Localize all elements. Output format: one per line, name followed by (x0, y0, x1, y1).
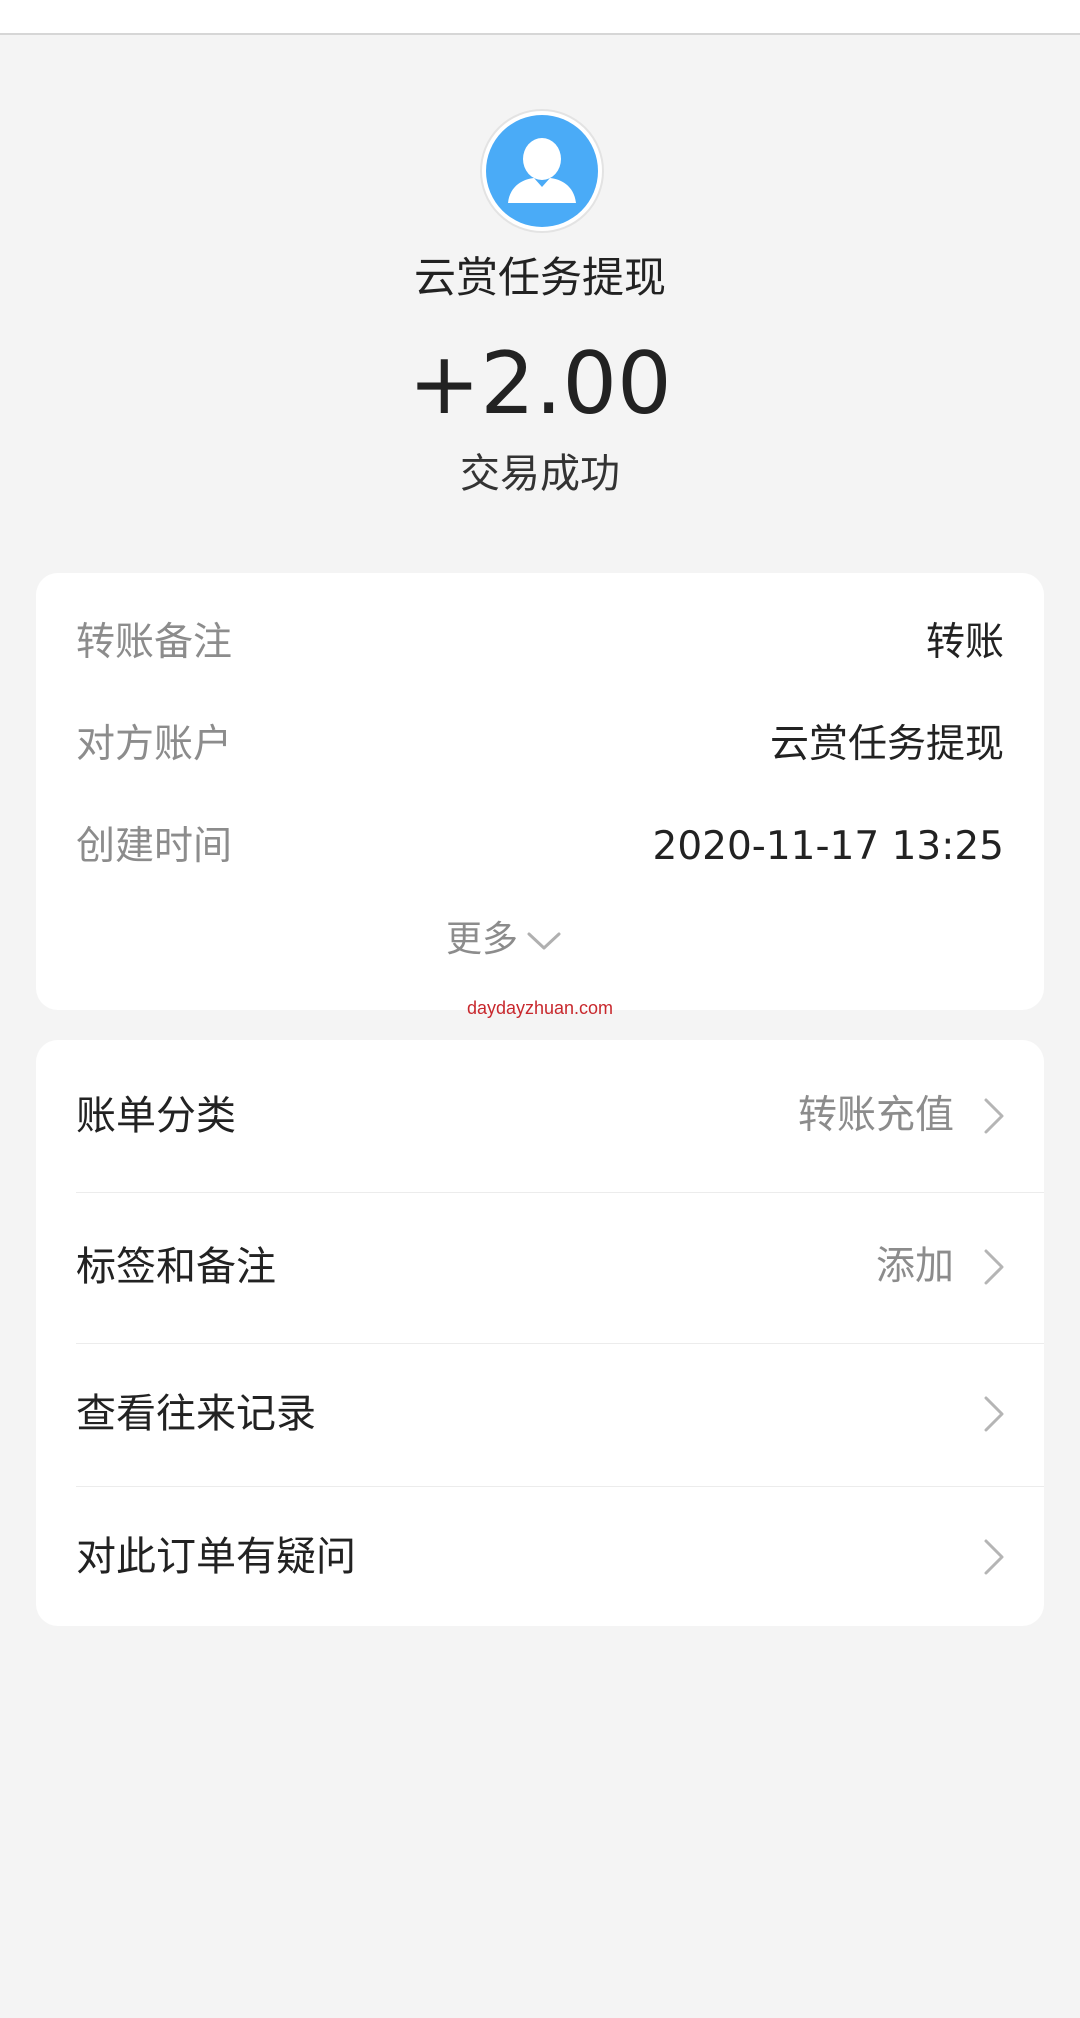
menu-item-transaction-history[interactable]: 查看往来记录 (36, 1344, 1044, 1486)
detail-row-created-time: 创建时间 2020-11-17 13:25 (76, 817, 1004, 877)
transaction-status: 交易成功 (460, 451, 620, 497)
detail-label: 对方账户 (76, 722, 233, 767)
user-avatar-icon (486, 115, 598, 227)
detail-value: 云赏任务提现 (769, 722, 1004, 767)
menu-item-tags-notes[interactable]: 标签和备注 添加 (36, 1193, 1044, 1343)
action-menu-card: 账单分类 转账充值 标签和备注 添加 查看往来记录 对此订单有疑问 (36, 1040, 1044, 1626)
menu-item-label: 查看往来记录 (76, 1391, 316, 1437)
detail-label: 创建时间 (76, 824, 233, 869)
menu-item-order-question[interactable]: 对此订单有疑问 (36, 1487, 1044, 1626)
top-bar (0, 0, 1080, 35)
chevron-right-icon (984, 1539, 1004, 1575)
detail-row-remark: 转账备注 转账 (76, 613, 1004, 673)
transaction-amount: +2.00 (408, 334, 672, 434)
detail-value: 转账 (925, 620, 1004, 665)
menu-item-label: 标签和备注 (76, 1244, 276, 1290)
detail-value: 2020-11-17 13:25 (652, 824, 1004, 869)
chevron-down-icon (526, 911, 562, 971)
menu-item-value: 添加 (875, 1244, 954, 1289)
chevron-right-icon (984, 1098, 1004, 1134)
payer-name: 云赏任务提现 (413, 253, 666, 302)
more-label: 更多 (445, 919, 518, 960)
chevron-right-icon (984, 1249, 1004, 1285)
menu-item-value: 转账充值 (797, 1093, 954, 1138)
menu-item-bill-category[interactable]: 账单分类 转账充值 (36, 1040, 1044, 1192)
more-button[interactable]: 更多 (0, 910, 1008, 970)
detail-row-account: 对方账户 云赏任务提现 (76, 715, 1004, 775)
menu-item-label: 对此订单有疑问 (76, 1534, 356, 1580)
chevron-right-icon (984, 1396, 1004, 1432)
payer-avatar (480, 109, 604, 233)
detail-label: 转账备注 (76, 620, 233, 665)
menu-item-label: 账单分类 (76, 1093, 236, 1139)
watermark-text: daydayzhuan.com (466, 998, 614, 1018)
